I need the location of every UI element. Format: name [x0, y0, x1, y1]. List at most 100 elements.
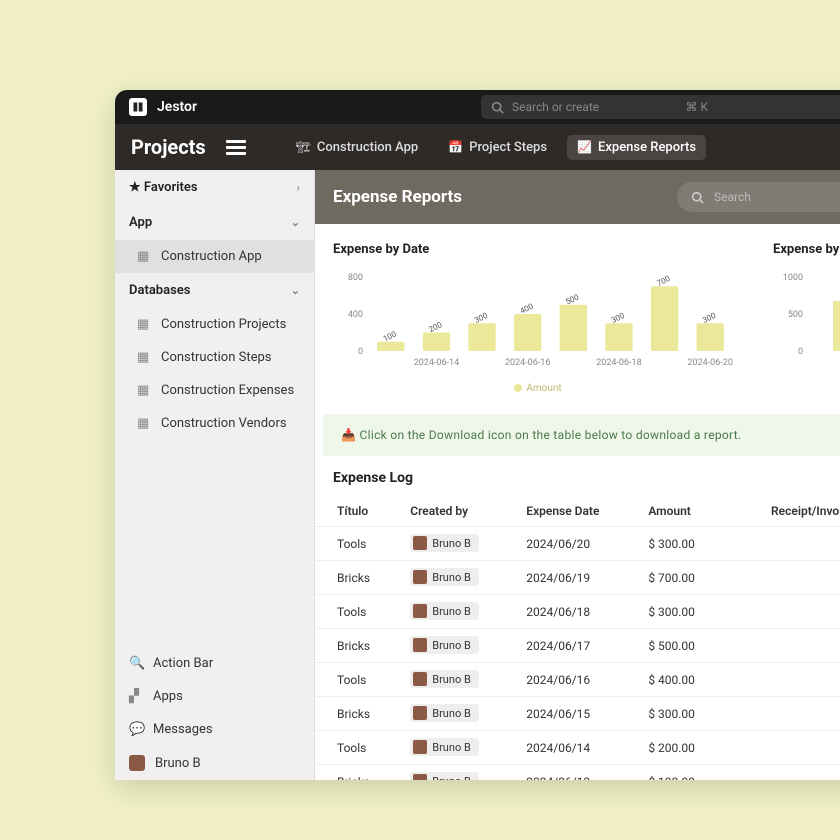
- cell-title: Tools: [315, 595, 400, 629]
- global-search-input[interactable]: Search or create ⌘ K: [481, 95, 840, 119]
- tab-project-steps[interactable]: 📅 Project Steps: [438, 135, 557, 160]
- table-row[interactable]: ToolsBruno B2024/06/18$ 300.00: [315, 595, 840, 629]
- search-placeholder: Search or create: [512, 100, 678, 114]
- user-chip[interactable]: Bruno B: [410, 704, 479, 722]
- svg-text:2024-06-16: 2024-06-16: [505, 358, 550, 368]
- page-search-input[interactable]: Search: [677, 182, 840, 212]
- user-chip[interactable]: Bruno B: [410, 602, 479, 620]
- cell-receipt[interactable]: [726, 629, 840, 663]
- search-icon: [491, 101, 504, 114]
- cell-title: Tools: [315, 663, 400, 697]
- sidebar-item-construction-steps[interactable]: ▦ Construction Steps: [115, 341, 314, 374]
- svg-text:700: 700: [655, 274, 671, 288]
- chart-legend: Amount: [333, 383, 743, 394]
- table-header[interactable]: Created by: [400, 496, 516, 527]
- svg-text:0: 0: [358, 347, 363, 357]
- svg-text:2024-06-20: 2024-06-20: [687, 358, 732, 368]
- app-window: Jestor Search or create ⌘ K Projects 🏗 C…: [115, 90, 840, 780]
- svg-text:100: 100: [382, 329, 398, 343]
- sidebar-item-construction-app[interactable]: ▦ Construction App: [115, 240, 314, 273]
- main-panel: Expense Reports Search Expense by Date 0…: [315, 170, 840, 780]
- user-chip[interactable]: Bruno B: [410, 670, 479, 688]
- svg-text:0: 0: [798, 347, 803, 357]
- table-icon: ▦: [137, 317, 151, 332]
- svg-text:300: 300: [610, 311, 626, 325]
- avatar: [413, 570, 427, 584]
- page-title: Expense Reports: [333, 187, 657, 207]
- sidebar-item-construction-projects[interactable]: ▦ Construction Projects: [115, 308, 314, 341]
- cell-date: 2024/06/17: [516, 629, 638, 663]
- avatar: [413, 638, 427, 652]
- chart-expense-by-partial: Expense by 05001000: [773, 242, 840, 394]
- svg-text:300: 300: [473, 311, 489, 325]
- calendar-icon: 📅: [448, 140, 463, 154]
- svg-text:400: 400: [348, 310, 363, 320]
- bar-chart: 05001000: [773, 269, 840, 379]
- download-hint: 📥 Click on the Download icon on the tabl…: [323, 414, 840, 456]
- search-shortcut: ⌘ K: [686, 100, 840, 114]
- sidebar-apps[interactable]: ▞ Apps: [115, 680, 314, 713]
- cell-receipt[interactable]: [726, 527, 840, 561]
- cell-receipt[interactable]: [726, 663, 840, 697]
- table-header[interactable]: Expense Date: [516, 496, 638, 527]
- svg-text:500: 500: [564, 292, 580, 306]
- avatar: [129, 755, 145, 771]
- user-chip[interactable]: Bruno B: [410, 738, 479, 756]
- tab-construction-app[interactable]: 🏗 Construction App: [286, 135, 429, 160]
- topbar: Jestor Search or create ⌘ K: [115, 90, 840, 124]
- sidebar-item-construction-vendors[interactable]: ▦ Construction Vendors: [115, 407, 314, 440]
- download-icon: 📥: [341, 428, 356, 442]
- svg-text:400: 400: [519, 302, 535, 316]
- table-row[interactable]: Bricks Bruno B 2024/06/13$ 100.00: [315, 765, 840, 781]
- avatar: [413, 740, 427, 754]
- sidebar-action-bar[interactable]: 🔍 Action Bar: [115, 647, 314, 680]
- cell-receipt[interactable]: [726, 561, 840, 595]
- table-row[interactable]: BricksBruno B2024/06/17$ 500.00: [315, 629, 840, 663]
- cell-created-by: Bruno B: [400, 765, 516, 781]
- cell-receipt[interactable]: [726, 765, 840, 781]
- table-row[interactable]: ToolsBruno B2024/06/16$ 400.00: [315, 663, 840, 697]
- sidebar-favorites[interactable]: ★ Favorites ›: [115, 170, 314, 205]
- cell-date: 2024/06/20: [516, 527, 638, 561]
- table-row[interactable]: Tools Bruno B 2024/06/14$ 200.00: [315, 731, 840, 765]
- sidebar-databases-header[interactable]: Databases ⌄: [115, 273, 314, 308]
- chart-expense-by-date: Expense by Date 040080010020030040050030…: [333, 242, 743, 394]
- user-chip[interactable]: Bruno B: [410, 636, 479, 654]
- table-row[interactable]: BricksBruno B2024/06/15$ 300.00: [315, 697, 840, 731]
- cell-title: Bricks: [315, 765, 400, 781]
- table-row[interactable]: BricksBruno B2024/06/19$ 700.00: [315, 561, 840, 595]
- cell-created-by: Bruno B: [400, 561, 516, 595]
- cell-amount: $ 700.00: [638, 561, 725, 595]
- table-header[interactable]: Título: [315, 496, 400, 527]
- cell-created-by: Bruno B: [400, 697, 516, 731]
- cell-receipt[interactable]: [726, 697, 840, 731]
- cell-amount: $ 200.00: [638, 731, 725, 765]
- sidebar-messages[interactable]: 💬 Messages: [115, 713, 314, 746]
- search-icon: [691, 191, 704, 204]
- apps-icon: ▞: [129, 689, 143, 704]
- tab-label: Project Steps: [469, 140, 547, 155]
- menu-icon[interactable]: [226, 140, 246, 155]
- sidebar-app-header[interactable]: App ⌄: [115, 205, 314, 240]
- tab-expense-reports[interactable]: 📈 Expense Reports: [567, 135, 706, 160]
- cell-amount: $ 100.00: [638, 765, 725, 781]
- sidebar-user[interactable]: Bruno B: [115, 746, 314, 780]
- cell-amount: $ 400.00: [638, 663, 725, 697]
- svg-text:300: 300: [701, 311, 717, 325]
- cell-date: 2024/06/13: [516, 765, 638, 781]
- table-header[interactable]: Receipt/Invoice: [726, 496, 840, 527]
- table-header[interactable]: Amount: [638, 496, 725, 527]
- cell-title: Tools: [315, 527, 400, 561]
- sidebar-item-construction-expenses[interactable]: ▦ Construction Expenses: [115, 374, 314, 407]
- cell-receipt[interactable]: [726, 731, 840, 765]
- svg-text:2024-06-18: 2024-06-18: [596, 358, 641, 368]
- cell-date: 2024/06/14: [516, 731, 638, 765]
- cell-title: Tools: [315, 731, 400, 765]
- search-icon: 🔍: [129, 656, 143, 671]
- user-chip[interactable]: Bruno B: [410, 534, 479, 552]
- user-chip[interactable]: Bruno B: [410, 568, 479, 586]
- user-chip[interactable]: Bruno B: [410, 772, 479, 780]
- table-row[interactable]: ToolsBruno B2024/06/20$ 300.00: [315, 527, 840, 561]
- cell-receipt[interactable]: [726, 595, 840, 629]
- chart-icon: 📈: [577, 140, 592, 154]
